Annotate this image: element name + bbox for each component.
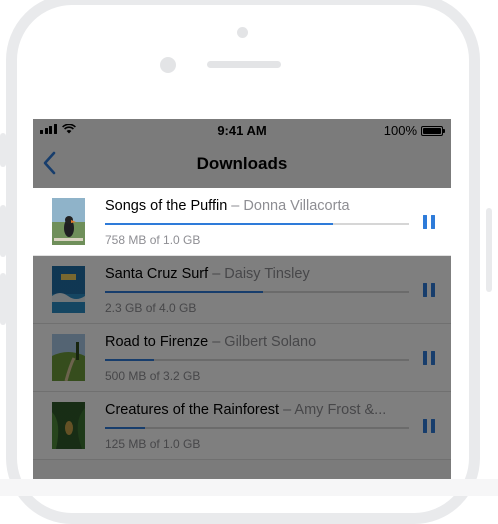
item-title-line: Creatures of the Rainforest – Amy Frost … [105, 402, 411, 418]
book-cover-image [52, 266, 85, 313]
item-title-line: Santa Cruz Surf – Daisy Tinsley [105, 266, 411, 282]
phone-screen: 9:41 AM 100% Downloads Songs of the Puff… [33, 119, 451, 479]
item-author: Amy Frost &... [294, 402, 387, 418]
item-title: Songs of the Puffin [105, 198, 228, 214]
earpiece-speaker [207, 61, 281, 68]
download-progress-bar [105, 359, 409, 361]
mute-switch [0, 133, 6, 167]
book-cover-image [52, 334, 85, 381]
item-separator: – [208, 266, 225, 282]
battery-icon [421, 125, 445, 136]
pause-button[interactable] [423, 283, 435, 297]
book-cover-image [52, 402, 85, 449]
book-cover-image [52, 198, 85, 245]
download-size: 500 MB of 3.2 GB [105, 369, 201, 383]
front-camera [237, 27, 248, 38]
download-progress-bar [105, 223, 409, 225]
pause-button[interactable] [423, 215, 435, 229]
download-size: 758 MB of 1.0 GB [105, 233, 201, 247]
download-item-road-to-firenze[interactable]: Road to Firenze – Gilbert Solano 500 MB … [33, 324, 451, 392]
download-item-creatures-of-the-rainforest[interactable]: Creatures of the Rainforest – Amy Frost … [33, 392, 451, 460]
item-separator: – [208, 334, 225, 350]
item-title-line: Songs of the Puffin – Donna Villacorta [105, 198, 411, 214]
item-title: Santa Cruz Surf [105, 266, 209, 282]
pause-button[interactable] [423, 351, 435, 365]
item-title: Road to Firenze [105, 334, 209, 350]
navigation-bar: Downloads [33, 143, 451, 187]
item-title-line: Road to Firenze – Gilbert Solano [105, 334, 411, 350]
item-separator: – [227, 198, 244, 214]
downloads-list: Songs of the Puffin – Donna Villacorta 7… [33, 188, 451, 460]
pause-button[interactable] [423, 419, 435, 433]
item-author: Gilbert Solano [224, 334, 317, 350]
proximity-sensor [160, 57, 176, 73]
download-progress-bar [105, 427, 409, 429]
page-title: Downloads [196, 154, 288, 173]
status-bar: 9:41 AM 100% [33, 119, 451, 143]
download-size: 125 MB of 1.0 GB [105, 437, 201, 451]
item-separator: – [279, 402, 295, 418]
bottom-strip [0, 479, 498, 496]
download-size: 2.3 GB of 4.0 GB [105, 301, 197, 315]
download-item-songs-of-the-puffin[interactable]: Songs of the Puffin – Donna Villacorta 7… [33, 188, 451, 256]
battery-group: 100% [383, 123, 445, 138]
download-progress-bar [105, 291, 409, 293]
download-item-santa-cruz-surf[interactable]: Santa Cruz Surf – Daisy Tinsley 2.3 GB o… [33, 256, 451, 324]
volume-down-button [0, 273, 6, 325]
volume-up-button [0, 205, 6, 257]
item-author: Daisy Tinsley [224, 266, 310, 282]
item-author: Donna Villacorta [243, 198, 350, 214]
power-button [486, 208, 492, 292]
item-title: Creatures of the Rainforest [105, 402, 280, 418]
battery-percent: 100% [383, 123, 417, 138]
